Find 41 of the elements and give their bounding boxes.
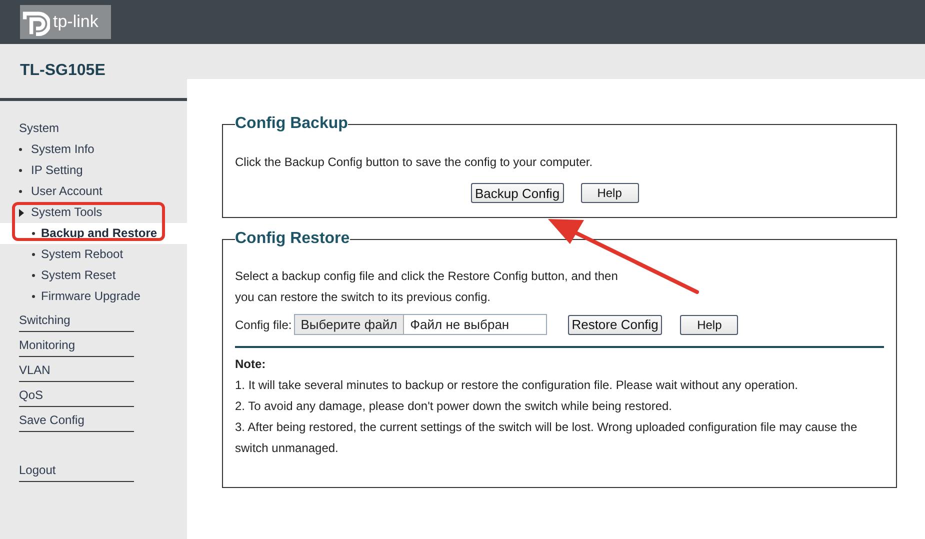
menu-item[interactable]: IP Setting: [31, 160, 83, 181]
bullet-icon: [32, 274, 35, 277]
menu-item[interactable]: System Reboot: [41, 244, 124, 265]
description-text: Click the Backup Config button to save the config to your computer.: [235, 155, 594, 169]
help-button[interactable]: Help: [680, 314, 738, 334]
menu-link[interactable]: Save Config: [19, 409, 134, 432]
section-title: Config Backup: [235, 115, 348, 133]
menu-link[interactable]: Monitoring: [19, 334, 134, 357]
help-button[interactable]: Help: [580, 183, 639, 203]
menu-link[interactable]: QoS: [19, 384, 134, 407]
bullet-icon: [19, 148, 22, 151]
bullet-icon: [32, 253, 35, 256]
bullet-icon: [19, 169, 22, 172]
description-text: Select a backup config file and click the Restore Config button, and then: [235, 268, 619, 285]
bullet-icon: [32, 295, 35, 298]
note-title: Note:: [235, 357, 267, 371]
choose-file-button[interactable]: Выберите файл: [294, 315, 404, 334]
note-text: 2. To avoid any damage, please don't power down the switch while being restored.: [235, 398, 674, 415]
menu-item[interactable]: User Account: [31, 181, 102, 202]
menu-item[interactable]: System Info: [31, 139, 94, 160]
logo-text: tp-link: [53, 12, 98, 32]
menu-heading[interactable]: System: [0, 118, 187, 139]
backup-config-button[interactable]: Backup Config: [471, 183, 564, 203]
bullet-icon: [32, 232, 35, 235]
menu-link[interactable]: VLAN: [19, 359, 134, 382]
field-label: Config file:: [235, 318, 292, 332]
device-model: TL-SG105E: [19, 62, 106, 80]
section-title: Config Restore: [235, 230, 350, 248]
menu-item[interactable]: Firmware Upgrade: [41, 286, 140, 307]
bullet-icon: [19, 190, 22, 193]
description-text: you can restore the switch to its previous config.: [235, 289, 492, 306]
note-text: 3. After being restored, the current settings of the switch will be lost. Wrong uploaded configuration file may cause the switch unmanaged.: [235, 419, 858, 457]
menu-link[interactable]: Switching: [19, 309, 134, 332]
note-text: 1. It will take several minutes to backup or restore the configuration file. Please wait without any operation.: [235, 377, 799, 394]
expand-icon: [19, 208, 24, 216]
menu-item[interactable]: System Tools: [0, 202, 187, 223]
logout-link[interactable]: Logout: [19, 459, 134, 482]
restore-config-button[interactable]: Restore Config: [568, 314, 662, 334]
file-input[interactable]: Выберите файл Файл не выбран: [294, 314, 547, 335]
file-status: Файл не выбран: [409, 317, 510, 332]
menu-item[interactable]: System Reset: [41, 265, 116, 286]
